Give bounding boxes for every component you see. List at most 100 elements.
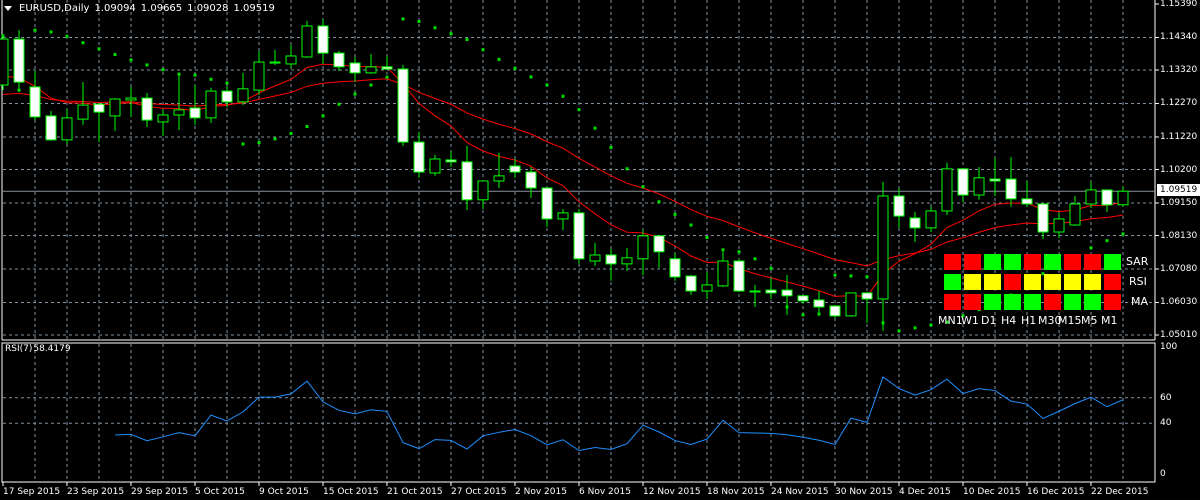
- chart-header: EURUSD,Daily 1.09094 1.09665 1.09028 1.0…: [4, 3, 275, 14]
- sar-dot: [929, 323, 933, 327]
- candle: [45, 110, 57, 141]
- bear-candle-body: [749, 290, 761, 293]
- signal-cell-rsi-mn1: [944, 274, 961, 290]
- bear-candle-body: [93, 103, 105, 113]
- timeframe-label: MN1: [938, 314, 963, 327]
- signal-cell-ma-h4: [1004, 294, 1021, 310]
- candle: [237, 72, 249, 106]
- candle: [1037, 202, 1049, 240]
- sar-dot: [1089, 246, 1093, 250]
- sar-dot: [833, 273, 837, 277]
- candle: [333, 50, 345, 71]
- signal-cell-rsi-m5: [1084, 274, 1101, 290]
- bull-candle-body: [0, 38, 9, 86]
- signal-cell-rsi-m15: [1064, 274, 1081, 290]
- date-label: 12 Nov 2015: [643, 487, 701, 497]
- price-axis-label: 1.11220: [1160, 131, 1198, 142]
- candle: [109, 98, 121, 131]
- sar-dot: [545, 83, 549, 87]
- bear-candle-body: [893, 195, 905, 217]
- sar-dot: [401, 17, 405, 21]
- sar-dot: [609, 145, 613, 149]
- candle: [941, 162, 953, 216]
- candle: [141, 92, 153, 128]
- candle: [525, 166, 537, 198]
- bear-candle-body: [29, 86, 41, 118]
- bull-candle-body: [701, 284, 713, 292]
- sar-dot: [529, 75, 533, 79]
- price-axis-label: 1.13320: [1160, 65, 1198, 75]
- signal-cell-rsi-d1: [984, 274, 1001, 290]
- signal-cell-ma-d1: [984, 294, 1001, 310]
- sar-dot: [817, 312, 821, 316]
- candle: [1117, 186, 1129, 207]
- price-axis-label: 1.10200: [1160, 164, 1198, 175]
- signal-cell-ma-w1: [964, 294, 981, 310]
- date-label: 18 Nov 2015: [707, 487, 765, 497]
- bull-candle-body: [877, 195, 889, 300]
- bear-candle-body: [509, 165, 521, 173]
- sar-dot: [705, 236, 709, 240]
- bull-candle-body: [1069, 203, 1081, 226]
- bull-candle-body: [253, 61, 265, 91]
- candle: [1085, 181, 1097, 209]
- candle: [893, 187, 905, 228]
- signal-cell-ma-m30: [1044, 294, 1061, 310]
- date-label: 2 Nov 2015: [515, 487, 567, 497]
- bull-candle-body: [941, 168, 953, 212]
- date-label: 9 Oct 2015: [259, 487, 309, 497]
- bear-candle-body: [765, 289, 777, 294]
- candle: [541, 187, 553, 227]
- candle: [317, 18, 329, 64]
- date-label: 23 Sep 2015: [67, 487, 125, 497]
- candle: [0, 35, 9, 91]
- sar-dot: [209, 77, 213, 81]
- rsi-axis-label: 40: [1160, 418, 1172, 429]
- bear-candle-body: [653, 235, 665, 253]
- moving-average-line: [2, 78, 1124, 267]
- bear-candle-body: [1037, 203, 1049, 233]
- candle: [733, 258, 745, 292]
- bull-candle-body: [477, 180, 489, 201]
- menu-triangle-icon[interactable]: [4, 6, 12, 11]
- bull-candle-body: [285, 55, 297, 65]
- signal-cell-ma-m1: [1104, 294, 1121, 310]
- candle: [1005, 157, 1017, 207]
- candle: [61, 108, 73, 144]
- candle: [301, 20, 313, 58]
- candle: [637, 230, 649, 276]
- signal-cell-sar-h1: [1024, 254, 1041, 270]
- candle: [205, 87, 217, 123]
- candle: [1101, 189, 1113, 212]
- bull-candle-body: [157, 114, 169, 123]
- bull-candle-body: [717, 260, 729, 287]
- bear-candle-body: [45, 115, 57, 141]
- bull-candle-body: [61, 117, 73, 141]
- bear-candle-body: [349, 62, 361, 74]
- bear-candle-body: [525, 171, 537, 189]
- date-label: 27 Oct 2015: [451, 487, 507, 497]
- price-chart[interactable]: [0, 0, 1200, 500]
- bear-candle-body: [333, 52, 345, 68]
- candle: [381, 55, 393, 71]
- candle: [829, 305, 841, 318]
- bull-candle-body: [925, 210, 937, 229]
- sar-dot: [145, 63, 149, 67]
- candle: [861, 291, 873, 323]
- sar-dot: [433, 26, 437, 30]
- date-label: 21 Oct 2015: [387, 487, 443, 497]
- date-label: 29 Sep 2015: [131, 487, 189, 497]
- candle: [797, 294, 809, 304]
- sar-dot: [673, 212, 677, 216]
- signal-row-label: SAR: [1126, 255, 1149, 268]
- price-axis-label: 1.07080: [1160, 263, 1198, 274]
- signal-cell-sar-m30: [1044, 254, 1061, 270]
- sar-dot: [1105, 239, 1109, 243]
- sar-dot: [289, 132, 293, 136]
- candle: [957, 167, 969, 203]
- sar-dot: [721, 248, 725, 252]
- bear-candle-body: [829, 305, 841, 317]
- candle: [445, 151, 457, 167]
- bear-candle-body: [189, 107, 201, 119]
- rsi-label: RSI(7): [5, 344, 33, 354]
